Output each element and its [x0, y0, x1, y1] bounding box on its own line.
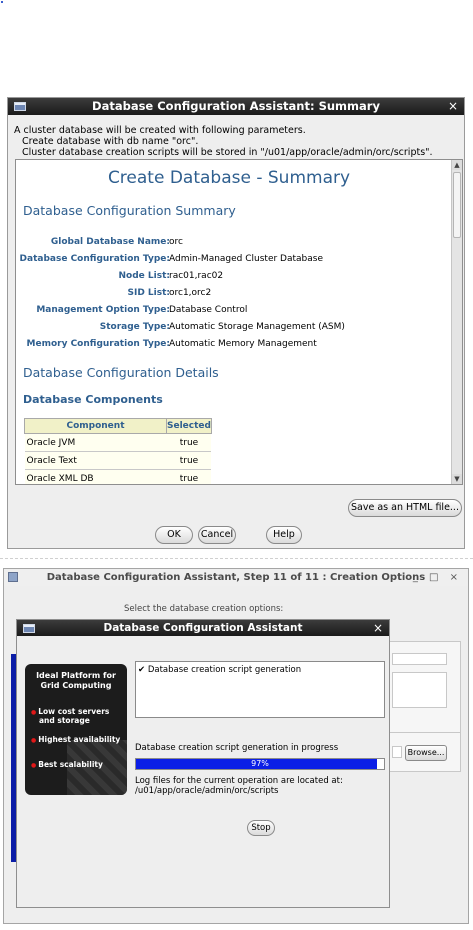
selected-cell: true	[166, 451, 212, 470]
intro-line: A cluster database will be created with …	[14, 125, 306, 136]
components-table: Component Selected Oracle JVM true Oracl…	[24, 418, 212, 484]
param-value: rac01,rac02	[169, 271, 224, 281]
cancel-button[interactable]: Cancel	[198, 526, 236, 544]
summary-title: Database Configuration Assistant: Summar…	[92, 99, 380, 113]
log-location-line: Log files for the current operation are …	[135, 776, 343, 786]
param-row: Management Option Type: Database Control	[16, 305, 452, 317]
close-icon[interactable]: ×	[448, 98, 458, 115]
save-html-button[interactable]: Save as an HTML file...	[348, 499, 462, 517]
log-location: Log files for the current operation are …	[135, 776, 343, 796]
divider	[0, 558, 473, 559]
log-location-path: /u01/app/oracle/admin/orc/scripts	[135, 786, 279, 796]
stop-button[interactable]: Stop	[247, 820, 275, 836]
input-field[interactable]	[392, 653, 447, 665]
components-heading: Database Components	[23, 393, 163, 406]
param-key: SID List:	[127, 288, 170, 298]
list-item: ✔ Database creation script generation	[138, 665, 302, 675]
window-controls-icon[interactable]: _ □ ×	[413, 569, 462, 586]
step-log-list: ✔ Database creation script generation	[135, 661, 385, 718]
param-value: Automatic Storage Management (ASM)	[169, 322, 345, 332]
wizard-titlebar[interactable]: Database Configuration Assistant, Step 1…	[4, 569, 468, 586]
close-icon[interactable]: ×	[373, 620, 383, 636]
config-details-heading: Database Configuration Details	[23, 365, 219, 380]
banner-line: Grid Computing	[40, 681, 112, 690]
grid-computing-banner: Ideal Platform for Grid Computing Low co…	[25, 664, 127, 795]
param-key: Global Database Name:	[50, 237, 170, 247]
progress-bar: 97%	[135, 758, 385, 770]
banner-bullet-cont: and storage	[39, 716, 90, 725]
progress-dialog: Database Configuration Assistant × Ideal…	[16, 619, 390, 908]
progress-titlebar[interactable]: Database Configuration Assistant ×	[17, 620, 389, 636]
param-row: Global Database Name: orc	[16, 237, 452, 249]
param-value: Admin-Managed Cluster Database	[169, 254, 324, 264]
vertical-scrollbar[interactable]: ▲ ▼	[451, 160, 462, 484]
param-row: Memory Configuration Type: Automatic Mem…	[16, 339, 452, 351]
creation-options-instruction: Select the database creation options:	[124, 604, 284, 614]
param-row: SID List: orc1,orc2	[16, 288, 452, 300]
status-text: Database creation script generation in p…	[135, 743, 339, 753]
input-field[interactable]	[392, 746, 402, 758]
help-button[interactable]: Help	[266, 526, 302, 544]
component-cell: Oracle Text	[24, 451, 167, 470]
scroll-thumb[interactable]	[453, 172, 461, 238]
param-value: Database Control	[169, 305, 248, 315]
banner-bullet: Highest availability	[31, 735, 120, 745]
column-header: Selected	[166, 418, 212, 434]
component-cell: Oracle JVM	[24, 433, 167, 452]
banner-line: Ideal Platform for	[36, 671, 116, 680]
progress-label: 97%	[251, 759, 269, 768]
text-area[interactable]	[392, 672, 447, 708]
summary-intro: A cluster database will be created with …	[14, 125, 433, 158]
param-row: Database Configuration Type: Admin-Manag…	[16, 254, 452, 266]
param-row: Node List: rac01,rac02	[16, 271, 452, 283]
scroll-down-arrow-icon[interactable]: ▼	[452, 474, 462, 484]
param-key: Memory Configuration Type:	[26, 339, 170, 349]
config-summary-heading: Database Configuration Summary	[23, 203, 236, 218]
param-value: orc1,orc2	[169, 288, 212, 298]
banner-headline: Ideal Platform for Grid Computing	[25, 671, 127, 691]
banner-bullet: Best scalability	[31, 760, 103, 770]
summary-scroll-pane[interactable]: Create Database - Summary Database Confi…	[15, 159, 463, 485]
param-value: Automatic Memory Management	[169, 339, 317, 349]
selected-cell: true	[166, 469, 212, 484]
summary-titlebar[interactable]: Database Configuration Assistant: Summar…	[8, 98, 464, 115]
intro-line: Create database with db name "orc".	[22, 136, 199, 147]
component-cell: Oracle XML DB	[24, 469, 167, 484]
table-row: Oracle JVM true	[24, 433, 212, 452]
param-row: Storage Type: Automatic Storage Manageme…	[16, 322, 452, 334]
table-row: Oracle Text true	[24, 451, 212, 470]
window-icon	[14, 102, 26, 111]
param-value: orc	[169, 237, 183, 247]
table-row: Oracle XML DB true	[24, 469, 212, 484]
param-key: Management Option Type:	[36, 305, 170, 315]
window-icon	[8, 572, 18, 582]
param-key: Database Configuration Type:	[19, 254, 170, 264]
column-header: Component	[24, 418, 167, 434]
selected-cell: true	[166, 433, 212, 452]
page-title: Create Database - Summary	[107, 168, 351, 188]
progress-title: Database Configuration Assistant	[103, 622, 303, 634]
intro-line: Cluster database creation scripts will b…	[22, 147, 433, 158]
scroll-up-arrow-icon[interactable]: ▲	[452, 160, 462, 170]
summary-dialog: Database Configuration Assistant: Summar…	[7, 97, 465, 549]
window-icon	[23, 624, 35, 633]
stray-dot	[1, 1, 3, 3]
param-key: Node List:	[118, 271, 170, 281]
ok-button[interactable]: OK	[155, 526, 193, 544]
wizard-title: Database Configuration Assistant, Step 1…	[46, 572, 426, 583]
param-key: Storage Type:	[99, 322, 170, 332]
browse-button[interactable]: Browse...	[405, 745, 447, 761]
